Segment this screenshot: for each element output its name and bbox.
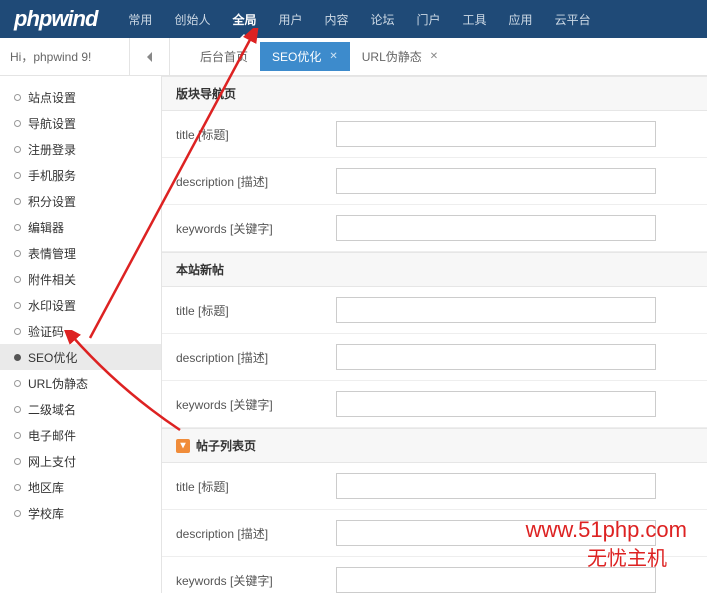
main-area: 站点设置导航设置注册登录手机服务积分设置编辑器表情管理附件相关水印设置验证码SE…	[0, 76, 707, 593]
sidebar-item-7[interactable]: 附件相关	[0, 266, 161, 292]
form-label: keywords [关键字]	[176, 396, 336, 413]
topnav-item-1[interactable]: 创始人	[163, 0, 221, 38]
form-input-wrap	[336, 344, 693, 370]
second-bar: Hi，phpwind 9! 后台首页 SEO优化 ✕ URL伪静态 ✕	[0, 38, 707, 76]
top-nav: 常用创始人全局用户内容论坛门户工具应用云平台	[117, 0, 601, 38]
form-row: description [描述]	[162, 510, 707, 557]
form-input-wrap	[336, 215, 693, 241]
collapse-icon: ▾	[176, 439, 190, 453]
close-icon[interactable]: ✕	[430, 51, 438, 62]
sidebar-item-14[interactable]: 网上支付	[0, 448, 161, 474]
tab-2[interactable]: URL伪静态 ✕	[350, 42, 450, 71]
section-header-1[interactable]: 本站新帖	[162, 252, 707, 287]
form-input-wrap	[336, 520, 693, 546]
back-button[interactable]	[130, 38, 170, 75]
text-input[interactable]	[336, 121, 656, 147]
sidebar-item-11[interactable]: URL伪静态	[0, 370, 161, 396]
form-input-wrap	[336, 473, 693, 499]
sidebar-item-8[interactable]: 水印设置	[0, 292, 161, 318]
sidebar: 站点设置导航设置注册登录手机服务积分设置编辑器表情管理附件相关水印设置验证码SE…	[0, 76, 162, 593]
form-row: description [描述]	[162, 334, 707, 381]
tab-label: SEO优化	[272, 48, 321, 65]
content-panel: 版块导航页 title [标题] description [描述] keywords …	[162, 76, 707, 593]
tab-bar: 后台首页 SEO优化 ✕ URL伪静态 ✕	[170, 38, 450, 75]
section-header-0[interactable]: 版块导航页	[162, 76, 707, 111]
topnav-item-4[interactable]: 内容	[313, 0, 359, 38]
logo: phpwind	[14, 6, 97, 32]
section-title: 帖子列表页	[196, 437, 256, 454]
text-input[interactable]	[336, 168, 656, 194]
text-input[interactable]	[336, 297, 656, 323]
tab-0[interactable]: 后台首页	[188, 42, 260, 71]
form-label: keywords [关键字]	[176, 220, 336, 237]
top-bar: phpwind 常用创始人全局用户内容论坛门户工具应用云平台	[0, 0, 707, 38]
tab-label: 后台首页	[200, 48, 248, 65]
form-label: title [标题]	[176, 126, 336, 143]
text-input[interactable]	[336, 520, 656, 546]
form-input-wrap	[336, 297, 693, 323]
text-input[interactable]	[336, 215, 656, 241]
form-row: title [标题]	[162, 287, 707, 334]
form-label: keywords [关键字]	[176, 572, 336, 589]
form-row: title [标题]	[162, 111, 707, 158]
section-header-2[interactable]: ▾ 帖子列表页	[162, 428, 707, 463]
form-row: keywords [关键字]	[162, 381, 707, 428]
topnav-item-2[interactable]: 全局	[221, 0, 267, 38]
sidebar-item-9[interactable]: 验证码	[0, 318, 161, 344]
sidebar-item-1[interactable]: 导航设置	[0, 110, 161, 136]
form-row: description [描述]	[162, 158, 707, 205]
sidebar-item-3[interactable]: 手机服务	[0, 162, 161, 188]
form-label: title [标题]	[176, 302, 336, 319]
sidebar-item-2[interactable]: 注册登录	[0, 136, 161, 162]
topnav-item-8[interactable]: 应用	[498, 0, 544, 38]
sidebar-item-16[interactable]: 学校库	[0, 500, 161, 526]
form-input-wrap	[336, 567, 693, 593]
form-label: description [描述]	[176, 173, 336, 190]
text-input[interactable]	[336, 391, 656, 417]
topnav-item-5[interactable]: 论坛	[360, 0, 406, 38]
form-row: keywords [关键字]	[162, 205, 707, 252]
topnav-item-9[interactable]: 云平台	[544, 0, 602, 38]
tab-1[interactable]: SEO优化 ✕	[260, 42, 350, 71]
topnav-item-6[interactable]: 门户	[406, 0, 452, 38]
text-input[interactable]	[336, 473, 656, 499]
sidebar-item-4[interactable]: 积分设置	[0, 188, 161, 214]
form-input-wrap	[336, 391, 693, 417]
form-label: description [描述]	[176, 525, 336, 542]
sidebar-item-6[interactable]: 表情管理	[0, 240, 161, 266]
form-input-wrap	[336, 121, 693, 147]
back-arrow-icon	[144, 51, 156, 63]
form-row: title [标题]	[162, 463, 707, 510]
section-title: 本站新帖	[176, 261, 224, 278]
section-title: 版块导航页	[176, 85, 236, 102]
sidebar-item-15[interactable]: 地区库	[0, 474, 161, 500]
sidebar-item-5[interactable]: 编辑器	[0, 214, 161, 240]
greeting-text: Hi，phpwind 9!	[0, 38, 130, 75]
form-label: title [标题]	[176, 478, 336, 495]
text-input[interactable]	[336, 344, 656, 370]
sidebar-item-12[interactable]: 二级域名	[0, 396, 161, 422]
form-input-wrap	[336, 168, 693, 194]
sidebar-item-0[interactable]: 站点设置	[0, 84, 161, 110]
text-input[interactable]	[336, 567, 656, 593]
topnav-item-0[interactable]: 常用	[117, 0, 163, 38]
form-row: keywords [关键字]	[162, 557, 707, 593]
sidebar-item-10[interactable]: SEO优化	[0, 344, 161, 370]
topnav-item-7[interactable]: 工具	[452, 0, 498, 38]
sidebar-item-13[interactable]: 电子邮件	[0, 422, 161, 448]
tab-label: URL伪静态	[362, 48, 422, 65]
close-icon[interactable]: ✕	[329, 51, 337, 62]
topnav-item-3[interactable]: 用户	[267, 0, 313, 38]
form-label: description [描述]	[176, 349, 336, 366]
